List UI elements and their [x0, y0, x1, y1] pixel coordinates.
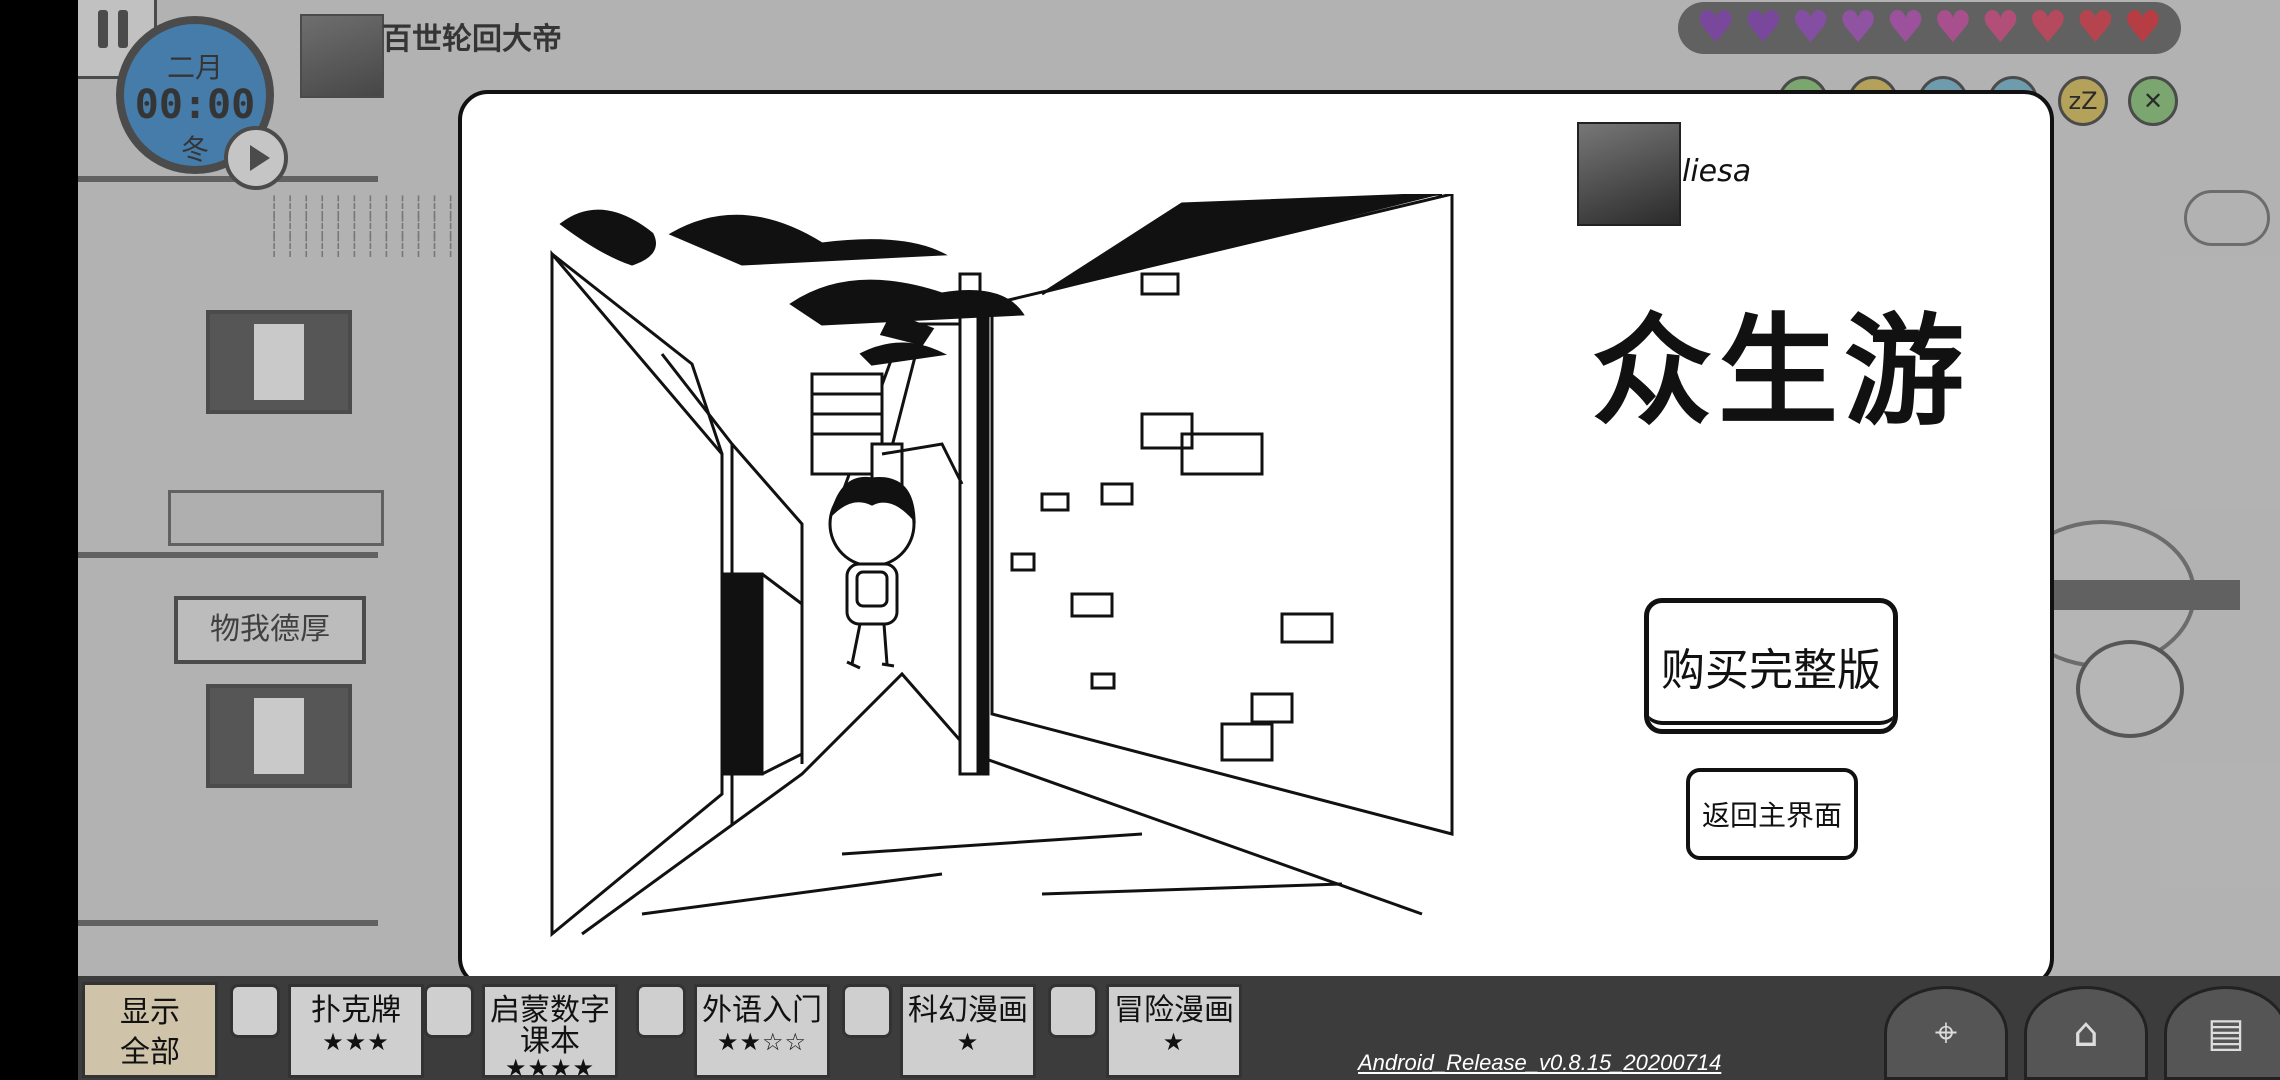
- journal-icon[interactable]: ▤: [2164, 986, 2280, 1080]
- course-tag-icon: [1048, 984, 1098, 1038]
- version-label: Android_Release_v0.8.15_20200714: [1358, 1050, 1722, 1075]
- show-all-button[interactable]: 显示 全部: [82, 982, 218, 1078]
- course-card[interactable]: 冒险漫画 ★: [1106, 984, 1242, 1078]
- game-promo-dialog: liesa 众生游 购买完整版 返回主界面: [458, 90, 2054, 988]
- pavilion-roof: [2030, 580, 2240, 610]
- heart-icon: ♥: [1743, 2, 1783, 53]
- show-all-label-line2: 全部: [120, 1035, 180, 1070]
- alley-illustration: [550, 194, 1454, 938]
- floor-line: [78, 920, 378, 926]
- course-stars: ★★★★: [504, 1054, 596, 1080]
- course-stars: ★★★: [322, 1028, 390, 1056]
- buy-full-version-button[interactable]: 购买完整版: [1644, 598, 1898, 734]
- course-tag-icon: [230, 984, 280, 1038]
- player-name: 百世轮回大帝: [382, 22, 562, 57]
- course-stars: ★: [956, 1028, 980, 1056]
- course-name: 扑克牌: [311, 993, 401, 1028]
- course-name: 冒险漫画: [1114, 993, 1234, 1028]
- course-card[interactable]: 外语入门 ★★☆☆: [694, 984, 830, 1078]
- heart-icon: ♥: [2028, 2, 2068, 53]
- floor-line: [78, 176, 378, 182]
- time-label: 00:00: [134, 82, 256, 128]
- food-icon[interactable]: ✕: [2128, 76, 2178, 126]
- shop-signboard: 物我德厚: [174, 596, 366, 664]
- cloud: [2184, 190, 2270, 246]
- heart-icon: ♥: [1838, 2, 1878, 53]
- player-avatar[interactable]: [300, 14, 384, 98]
- course-card[interactable]: 启蒙数字 课本 ★★★★: [482, 984, 618, 1080]
- heart-icon: ♥: [2075, 2, 2116, 53]
- author-avatar: [1577, 122, 1681, 226]
- back-to-main-button[interactable]: 返回主界面: [1686, 768, 1858, 860]
- lantern: [2076, 640, 2184, 738]
- floor-line: [78, 552, 378, 558]
- heart-icon: ♥: [1933, 2, 1973, 53]
- heart-icon: ♥: [1885, 2, 1926, 53]
- heart-icon: ♥: [2123, 2, 2163, 53]
- window: [206, 310, 352, 414]
- show-all-label-line1: 显示: [120, 995, 180, 1030]
- course-tag-icon: [842, 984, 892, 1038]
- month-label: 二月: [166, 51, 223, 84]
- course-stars: ★: [1162, 1028, 1186, 1056]
- course-name-line2: 课本: [520, 1024, 580, 1059]
- author-name: liesa: [1682, 154, 1752, 189]
- course-tag-icon: [424, 984, 474, 1038]
- sleep-icon[interactable]: zZ: [2058, 76, 2108, 126]
- heart-icon: ♥: [1696, 2, 1736, 53]
- course-stars: ★★☆☆: [716, 1028, 808, 1056]
- heart-icon: ♥: [1980, 2, 2021, 53]
- map-icon[interactable]: ⌖: [1884, 986, 2008, 1080]
- course-name: 科幻漫画: [908, 993, 1028, 1028]
- heart-icon: ♥: [1790, 2, 1831, 53]
- game-title: 众生游: [1592, 301, 1970, 442]
- table: [168, 490, 384, 546]
- game-screen: ┆┆┆┆┆┆┆┆┆┆┆┆┆┆┆┆ ┆┆┆┆┆┆┆┆┆┆┆┆┆┆┆┆ ┆┆┆┆┆┆┆┆…: [78, 0, 2280, 1080]
- course-card[interactable]: 扑克牌 ★★★: [288, 984, 424, 1078]
- play-button[interactable]: [224, 126, 288, 190]
- course-card[interactable]: 科幻漫画 ★: [900, 984, 1036, 1078]
- backpack-icon[interactable]: ⌂: [2024, 986, 2148, 1080]
- health-hearts: ♥ ♥ ♥ ♥ ♥ ♥ ♥ ♥ ♥ ♥: [1678, 2, 2181, 54]
- course-tag-icon: [636, 984, 686, 1038]
- window: [206, 684, 352, 788]
- course-name: 外语入门: [702, 993, 822, 1028]
